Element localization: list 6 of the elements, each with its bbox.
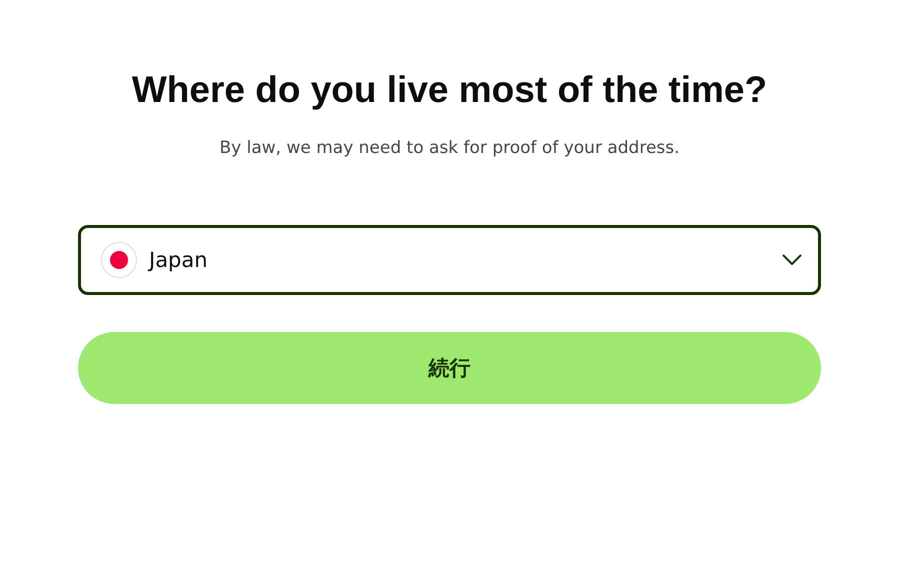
chevron-down-icon	[782, 254, 802, 266]
country-select[interactable]: Japan	[78, 225, 821, 295]
continue-button[interactable]: 続行	[78, 332, 821, 404]
page-heading: Where do you live most of the time?	[132, 68, 768, 112]
subheading: By law, we may need to ask for proof of your address.	[219, 137, 680, 160]
flag-icon	[101, 242, 137, 278]
